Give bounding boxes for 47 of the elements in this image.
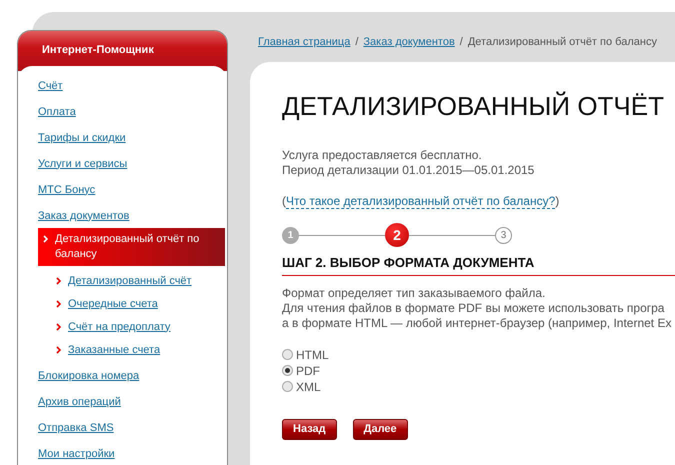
step-indicator: 1 xyxy=(282,226,299,244)
description-text: а в формате HTML — любой интернет-браузер (например, Internet Ex xyxy=(282,316,672,331)
radio-button[interactable] xyxy=(282,365,293,376)
chevron-icon xyxy=(56,346,61,354)
sidebar-subitem[interactable]: Счёт на предоплату xyxy=(68,320,170,334)
sidebar-link[interactable]: Блокировка номера xyxy=(38,370,140,382)
sidebar-subitem-active[interactable]: Детализированный отчёт по балансу xyxy=(38,228,225,266)
chevron-icon xyxy=(56,276,61,284)
form-button[interactable]: Далее xyxy=(352,418,408,440)
paren-text: ) xyxy=(555,194,560,208)
page-title: ДЕТАЛИЗИРОВАННЫЙ ОТЧЁТ xyxy=(282,92,665,120)
radio-label[interactable]: PDF xyxy=(296,362,320,379)
step-indicator: 2 xyxy=(385,223,409,248)
chevron-icon xyxy=(56,322,61,330)
breadcrumb-current: Детализированный отчёт по балансу xyxy=(468,36,657,48)
sidebar-link[interactable]: Услуги и сервисы xyxy=(38,158,128,170)
help-link[interactable]: Что такое детализированный отчёт по балансу? xyxy=(286,194,556,210)
breadcrumb-link[interactable]: Заказ документов xyxy=(363,36,455,48)
sidebar-link[interactable]: Заказ документов xyxy=(38,210,130,222)
description-text: Формат определяет тип заказываемого файла. xyxy=(282,286,546,301)
sidebar-link[interactable]: Оплата xyxy=(38,106,76,118)
sidebar-link[interactable]: Отправка SMS xyxy=(38,422,114,434)
paren-text: ( xyxy=(282,194,286,208)
breadcrumb-separator: / xyxy=(355,36,358,48)
info-text: Период детализации 01.01.2015—05.01.2015 xyxy=(282,163,536,178)
section-heading: ШАГ 2. ВЫБОР ФОРМАТА ДОКУМЕНТА xyxy=(282,255,675,276)
breadcrumb-link[interactable]: Главная страница xyxy=(258,36,350,48)
sidebar-link[interactable]: МТС Бонус xyxy=(38,184,96,196)
radio-button[interactable] xyxy=(282,381,293,392)
radio-button[interactable] xyxy=(282,349,293,360)
description-text: Для чтения файлов в формате PDF вы можете использовать програ xyxy=(282,300,666,316)
sidebar-link[interactable]: Мои настройки xyxy=(38,448,115,460)
sidebar-subitem[interactable]: Очередные счета xyxy=(68,296,158,312)
sidebar-link[interactable]: Архив операций xyxy=(38,396,121,408)
chevron-icon xyxy=(43,234,48,242)
sidebar-subitem[interactable]: Детализированный счёт xyxy=(68,274,192,288)
radio-label[interactable]: HTML xyxy=(296,346,329,363)
form-button[interactable]: Назад xyxy=(282,418,337,440)
sidebar-link[interactable]: Счёт xyxy=(38,80,63,92)
radio-label[interactable]: XML xyxy=(296,378,321,395)
sidebar-link[interactable]: Тарифы и скидки xyxy=(38,132,126,144)
chevron-icon xyxy=(56,300,61,308)
breadcrumb-separator: / xyxy=(460,36,463,48)
sidebar-subitem[interactable]: Заказанные счета xyxy=(68,342,160,358)
sidebar-subitem: Детализированный отчёт по балансу xyxy=(55,232,200,262)
info-text: Услуга предоставляется бесплатно. xyxy=(282,148,483,164)
step-indicator: 3 xyxy=(495,226,512,244)
